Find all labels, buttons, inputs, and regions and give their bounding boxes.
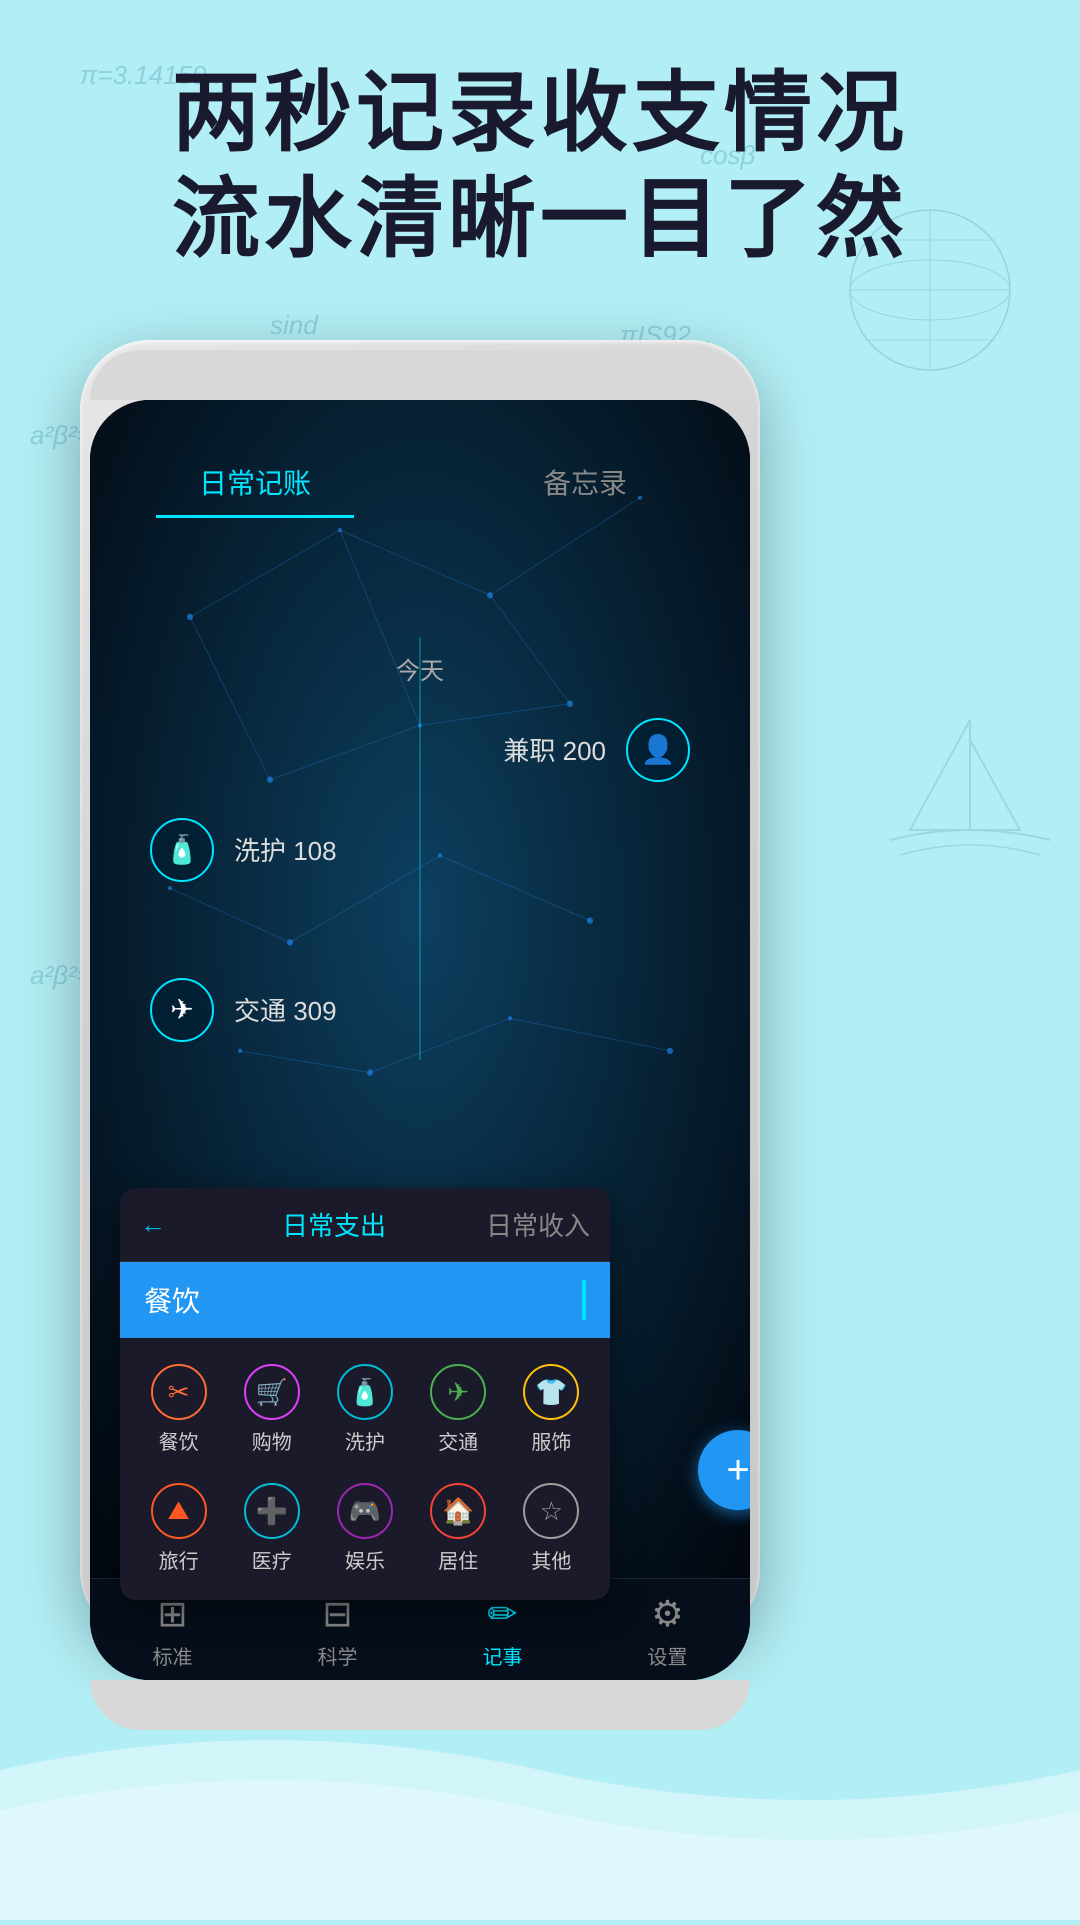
dropdown-selected-bar [582, 1280, 586, 1320]
grid-item-canyin[interactable]: ✂ 餐饮 [136, 1354, 221, 1465]
dropdown-header: ← 日常支出 日常收入 [120, 1188, 610, 1262]
tx-icon-2: ✈ [150, 978, 214, 1042]
phone-mockup: 4G ▪▪▪ ⌼ 15:42 37% 🔋 日常记账 备忘录 [80, 340, 760, 1640]
grid-item-qita[interactable]: ☆ 其他 [509, 1473, 594, 1584]
transaction-list: 今天 兼职 200 👤 🧴 洗护 108 ✈ 交通 309 [90, 637, 750, 1060]
grid-icon-qita: ☆ [523, 1483, 579, 1539]
wifi-icon: ▪▪▪ [157, 410, 180, 436]
grid-label-lvxing: 旅行 [159, 1545, 199, 1574]
tab-memo[interactable]: 备忘录 [420, 446, 750, 518]
wifi-sym: ⌼ [189, 410, 202, 436]
grid-label-fushi: 服饰 [531, 1426, 571, 1455]
battery-icon: 🔋 [693, 410, 720, 436]
status-time: 15:42 [394, 410, 449, 436]
dropdown-panel[interactable]: ← 日常支出 日常收入 餐饮 ✂ 餐饮 🛒 购物 [120, 1188, 610, 1600]
tx-item-2: ✈ 交通 309 [90, 960, 750, 1060]
grid-item-yule[interactable]: 🎮 娱乐 [322, 1473, 407, 1584]
grid-label-gouwu: 购物 [252, 1426, 292, 1455]
grid-item-jiaotong[interactable]: ✈ 交通 [416, 1354, 501, 1465]
income-label: 9月收入 [420, 540, 710, 578]
tx-label-2: 交通 309 [234, 991, 337, 1028]
income-stat: 9月收入 1700.0 [420, 540, 710, 617]
grid-label-yule: 娱乐 [345, 1545, 385, 1574]
grid-item-yiliao[interactable]: ➕ 医疗 [229, 1473, 314, 1584]
nav-label-science: 科学 [318, 1641, 358, 1670]
dropdown-title2: 日常收入 [486, 1206, 590, 1243]
grid-icon-jiaotong: ✈ [430, 1364, 486, 1420]
grid-icon-yiliao: ➕ [244, 1483, 300, 1539]
deco-sailboat [880, 700, 1060, 880]
nav-label-notes: 记事 [483, 1641, 523, 1670]
grid-icon-gouwu: 🛒 [244, 1364, 300, 1420]
nav-icon-settings: ⚙ [651, 1593, 683, 1635]
dropdown-title: 日常支出 [182, 1206, 486, 1243]
grid-icon-fushi: 👕 [523, 1364, 579, 1420]
grid-label-juzhu: 居住 [438, 1545, 478, 1574]
nav-item-settings[interactable]: ⚙ 设置 [585, 1593, 750, 1670]
dropdown-selected-item[interactable]: 餐饮 [120, 1262, 610, 1338]
grid-label-jiaotong: 交通 [438, 1426, 478, 1455]
grid-label-yiliao: 医疗 [252, 1545, 292, 1574]
grid-icon-juzhu: 🏠 [430, 1483, 486, 1539]
nav-label-settings: 设置 [648, 1641, 688, 1670]
tx-label-1: 洗护 108 [234, 831, 337, 868]
status-left: 4G ▪▪▪ ⌼ [120, 410, 202, 436]
dropdown-selected-label: 餐饮 [144, 1280, 200, 1320]
dropdown-grid: ✂ 餐饮 🛒 购物 🧴 洗护 ✈ 交通 [120, 1338, 610, 1600]
stats-row: 9月支出 893.0 9月收入 1700.0 [90, 520, 750, 637]
tx-label-0: 兼职 200 [503, 731, 606, 768]
nav-label-standard: 标准 [153, 1641, 193, 1670]
grid-label-canyin: 餐饮 [159, 1426, 199, 1455]
grid-label-qita: 其他 [531, 1545, 571, 1574]
grid-icon-yule: 🎮 [337, 1483, 393, 1539]
income-value: 1700.0 [420, 578, 710, 616]
heading-line1: 两秒记录收支情况 [0, 60, 1080, 166]
grid-item-gouwu[interactable]: 🛒 购物 [229, 1354, 314, 1465]
tx-icon-1: 🧴 [150, 818, 214, 882]
status-right: 37% 🔋 [641, 410, 720, 436]
grid-icon-lvxing: ⛰ [151, 1483, 207, 1539]
status-bar: 4G ▪▪▪ ⌼ 15:42 37% 🔋 [90, 400, 750, 446]
nav-item-science[interactable]: ⊟ 科学 [255, 1593, 420, 1670]
battery-pct: 37% [641, 410, 685, 436]
tx-icon-0: 👤 [626, 718, 690, 782]
top-heading-section: 两秒记录收支情况 流水清晰一目了然 [0, 60, 1080, 271]
grid-item-lvxing[interactable]: ⛰ 旅行 [136, 1473, 221, 1584]
app-tabs[interactable]: 日常记账 备忘录 [90, 446, 750, 520]
nav-item-standard[interactable]: ⊞ 标准 [90, 1593, 255, 1670]
grid-icon-xihu: 🧴 [337, 1364, 393, 1420]
tab-daily-accounting[interactable]: 日常记账 [90, 446, 420, 518]
grid-item-juzhu[interactable]: 🏠 居住 [416, 1473, 501, 1584]
signal-icon: 4G [120, 410, 149, 436]
fab-add-button[interactable]: + [698, 1430, 750, 1510]
grid-icon-canyin: ✂ [151, 1364, 207, 1420]
expense-value: 893.0 [130, 578, 420, 616]
nav-item-notes[interactable]: ✏ 记事 [420, 1593, 585, 1670]
expense-label: 9月支出 [130, 540, 420, 578]
expense-stat: 9月支出 893.0 [130, 540, 420, 617]
grid-label-xihu: 洗护 [345, 1426, 385, 1455]
heading-line2: 流水清晰一目了然 [0, 166, 1080, 272]
dropdown-back-btn[interactable]: ← [140, 1209, 166, 1240]
grid-item-xihu[interactable]: 🧴 洗护 [322, 1354, 407, 1465]
grid-item-fushi[interactable]: 👕 服饰 [509, 1354, 594, 1465]
